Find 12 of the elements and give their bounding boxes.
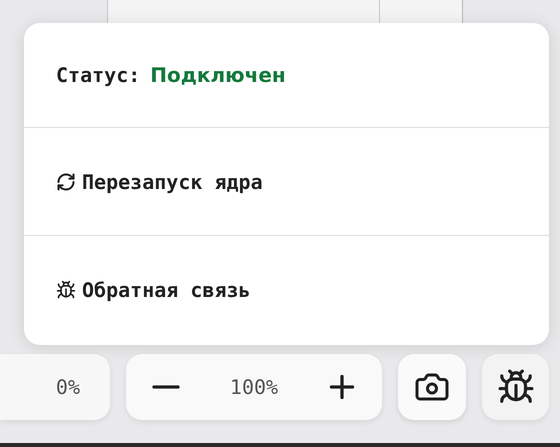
bug-icon [496,368,534,406]
zoom-value: 100% [230,374,278,401]
screenshot-button[interactable] [398,354,466,420]
refresh-icon [56,172,76,192]
progress-value: 0% [56,374,80,401]
minus-icon [152,385,180,389]
menu-item[interactable]: Обратная связь [24,236,549,344]
menu-item[interactable]: Перезапуск ядра [24,128,549,236]
status-value: Подключен [150,62,286,89]
bug-icon [56,280,76,300]
bug-report-button[interactable] [482,354,549,420]
status-label: Статус: [56,62,140,89]
